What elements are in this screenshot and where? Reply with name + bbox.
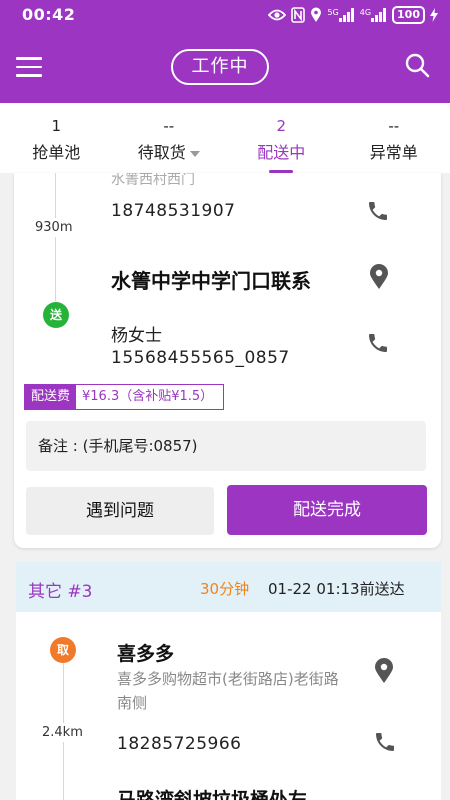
- tab-grab-pool[interactable]: 1 抢单池: [0, 103, 113, 173]
- tab-count: 1: [51, 117, 62, 135]
- dropdown-caret-icon[interactable]: [189, 150, 200, 157]
- pickup-badge: 取: [50, 637, 76, 663]
- pickup-phone: 18748531907: [111, 201, 236, 221]
- tab-label: 待取货: [113, 139, 226, 163]
- phone-icon[interactable]: [366, 199, 390, 223]
- tab-label-text: 待取货: [137, 143, 186, 162]
- order-title: 其它 #3: [28, 582, 93, 602]
- search-icon[interactable]: [404, 52, 430, 78]
- signal-5g-label: 5G: [327, 8, 339, 17]
- delivery-address: 马路湾斜坡垃圾桶处左: [117, 789, 308, 800]
- tab-delivering[interactable]: 2 配送中: [225, 103, 338, 173]
- status-icons: 5G 4G 100: [268, 4, 438, 26]
- nfc-icon: [291, 7, 306, 23]
- time-limit: 30分钟: [200, 580, 250, 598]
- location-pin-icon[interactable]: [369, 264, 389, 290]
- tab-label: 异常单: [369, 143, 418, 162]
- eye-icon: [268, 8, 287, 22]
- deliver-badge: 送: [43, 302, 69, 328]
- fee-label: 配送费: [25, 385, 77, 409]
- tab-label: 配送中: [257, 143, 306, 162]
- tab-awaiting-pickup[interactable]: -- 待取货: [113, 103, 226, 173]
- distance-label: 2.4km: [42, 723, 83, 742]
- tab-count: --: [163, 117, 175, 135]
- order-tabs: 1 抢单池 -- 待取货 2 配送中 -- 异常单: [0, 103, 450, 173]
- contact-name: 杨女士: [111, 326, 162, 346]
- work-status-button[interactable]: 工作中: [171, 49, 269, 85]
- route-line: [55, 173, 56, 301]
- location-status-icon: [310, 7, 322, 23]
- tab-count: --: [388, 117, 400, 135]
- phone-icon[interactable]: [373, 730, 397, 754]
- shop-address: 喜多多购物超市(老街路店)老街路南侧: [117, 670, 339, 712]
- order-card: 取 喜多多 喜多多购物超市(老街路店)老街路南侧 2.4km 182857259…: [16, 612, 441, 800]
- report-problem-button[interactable]: 遇到问题: [26, 487, 214, 535]
- pickup-address: 水箐西村西门: [111, 173, 195, 188]
- delivery-eta: 01-22 01:13前送达: [268, 580, 405, 598]
- order-header[interactable]: 其它 #3 30分钟 01-22 01:13前送达: [16, 562, 441, 612]
- shop-phone: 18285725966: [117, 734, 242, 754]
- status-time: 00:42: [22, 5, 76, 24]
- phone-icon[interactable]: [366, 331, 390, 355]
- top-app-bar: 00:42 5G 4G 100 工作中: [0, 0, 450, 103]
- delivery-fee: 配送费 ¥16.3（含补贴¥1.5）: [24, 384, 225, 410]
- signal-5g-icon: 5G: [327, 8, 354, 22]
- signal-4g-label: 4G: [359, 8, 372, 17]
- distance-label: 930m: [35, 218, 73, 237]
- signal-4g-icon: 4G: [360, 8, 387, 22]
- remark-box: 备注 : (手机尾号:0857): [26, 421, 426, 471]
- charging-icon: [430, 8, 438, 22]
- tab-count: 2: [276, 117, 287, 135]
- system-status-bar: 00:42 5G 4G 100: [0, 0, 450, 30]
- tab-label: 抢单池: [32, 143, 81, 162]
- order-card: 水箐西村西门 930m 18748531907 水箐中学中学门口联系 送 杨女士…: [14, 173, 441, 548]
- tab-exception[interactable]: -- 异常单: [338, 103, 450, 173]
- location-pin-icon[interactable]: [374, 658, 394, 684]
- recipient-address: 水箐中学中学门口联系: [111, 269, 311, 293]
- delivery-complete-button[interactable]: 配送完成: [227, 485, 427, 535]
- fee-value: ¥16.3（含补贴¥1.5）: [82, 389, 214, 404]
- menu-icon[interactable]: [16, 57, 42, 77]
- contact-phone: 15568455565_0857: [111, 348, 290, 368]
- shop-name: 喜多多: [117, 643, 175, 665]
- battery-icon: 100: [392, 6, 425, 24]
